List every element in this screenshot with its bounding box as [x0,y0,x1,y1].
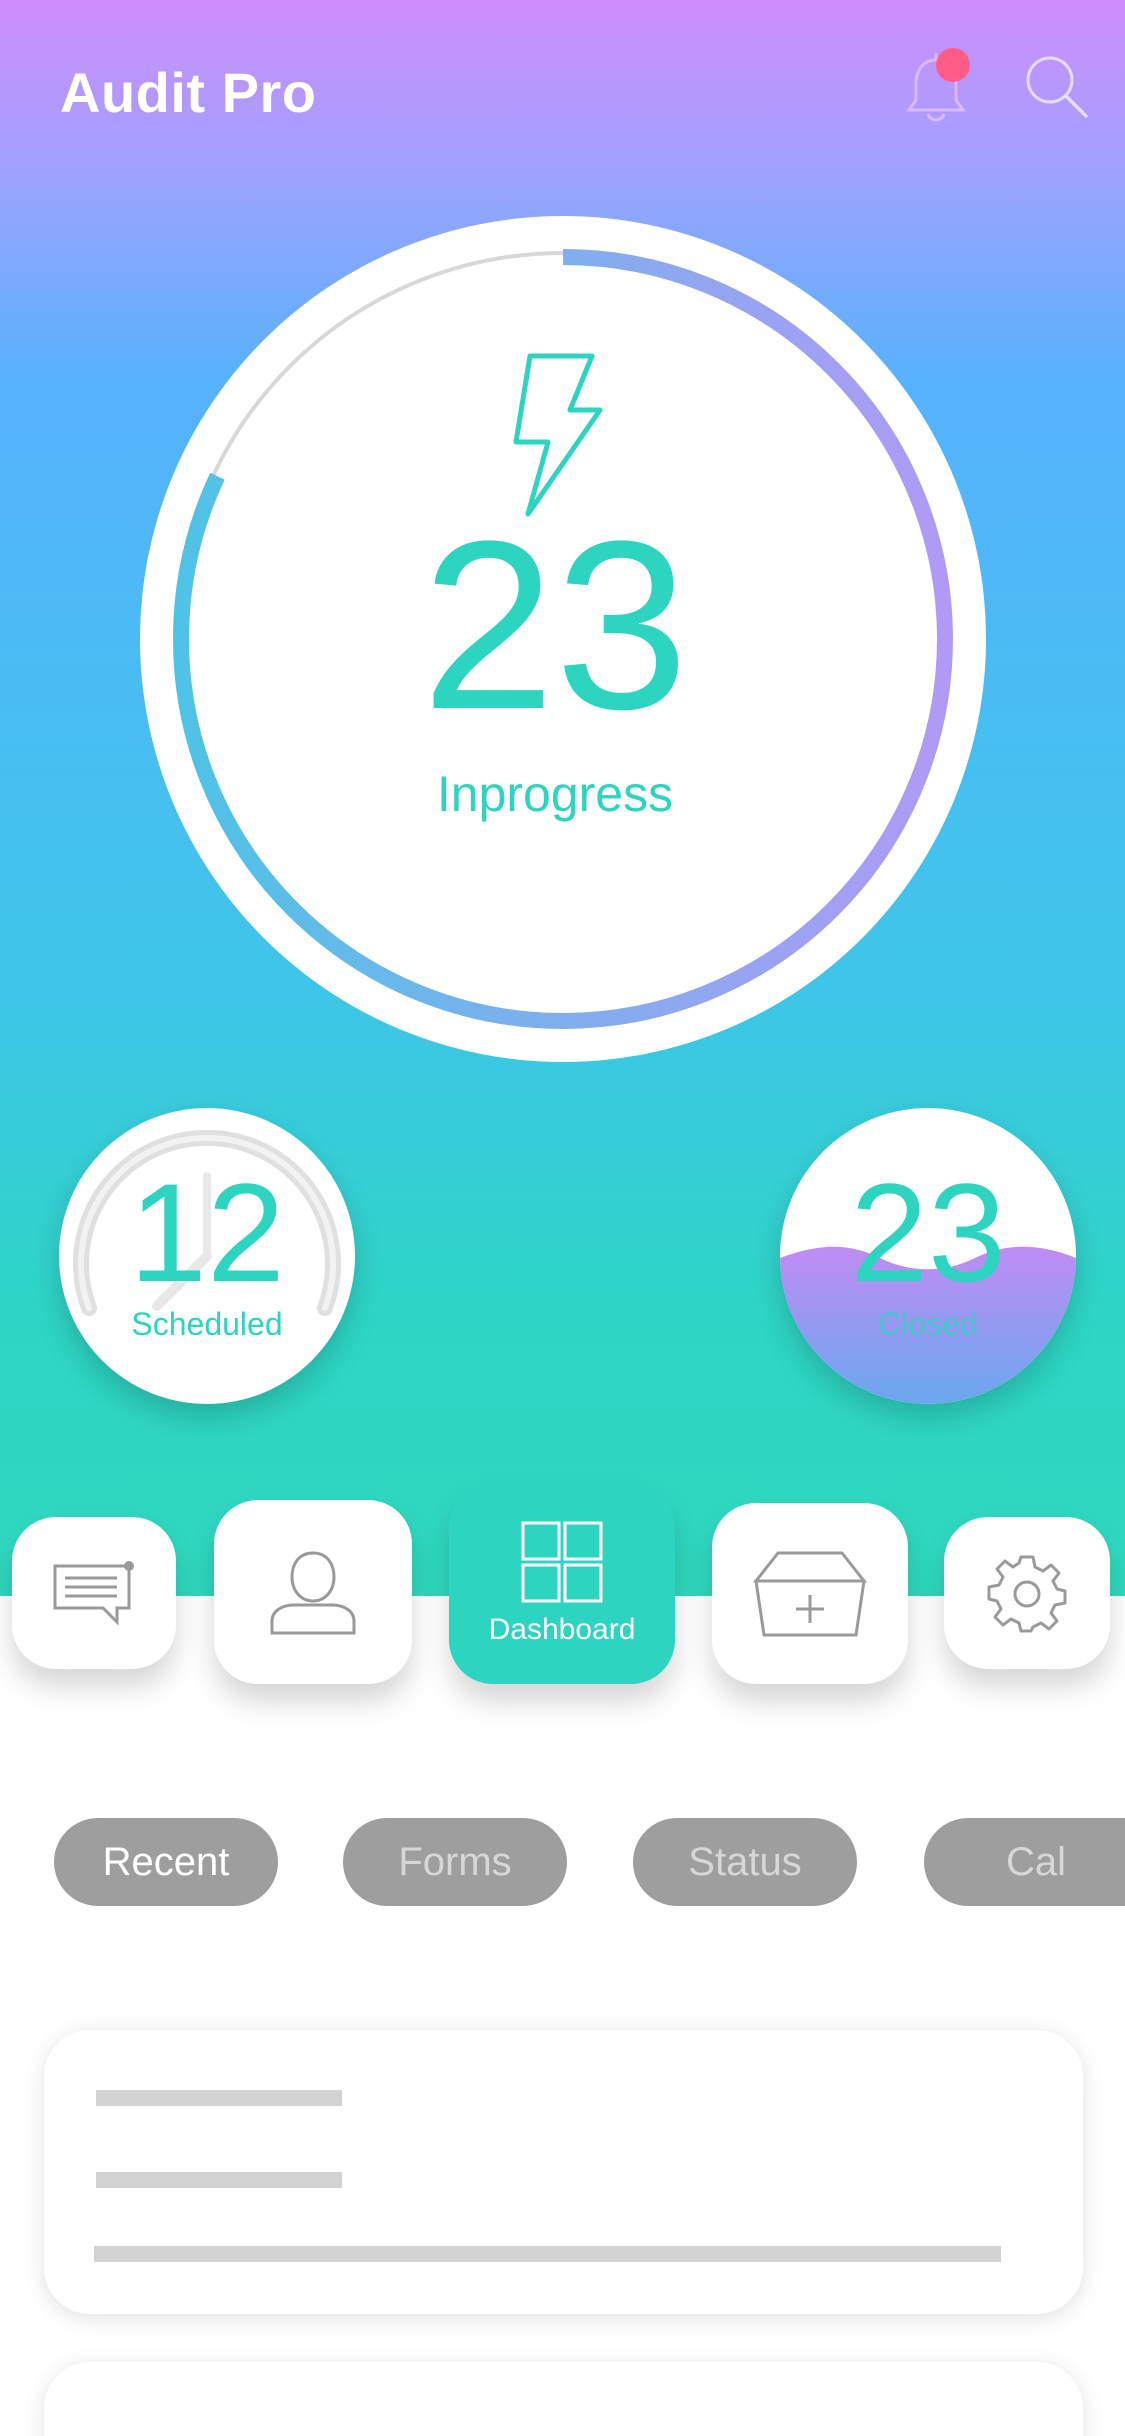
closed-card[interactable]: 23 Closed [780,1108,1076,1404]
dashboard-button[interactable]: Dashboard [449,1484,675,1684]
message-icon [53,1561,134,1626]
app-title: Audit Pro [60,61,317,124]
placeholder-line [96,2172,342,2188]
closed-count: 23 [850,1154,1006,1311]
tab-status[interactable]: Status [633,1818,857,1906]
scheduled-label: Scheduled [131,1306,283,1342]
placeholder-line [94,2246,1001,2262]
settings-button[interactable] [944,1517,1110,1669]
tab-forms[interactable]: Forms [343,1818,567,1906]
closed-label: Closed [878,1306,978,1342]
list-item-card[interactable] [44,2362,1083,2436]
gear-icon [987,1555,1067,1633]
add-inbox-button[interactable] [712,1503,908,1684]
add-inbox-icon [752,1551,868,1636]
placeholder-line [96,2090,342,2106]
list-item-card[interactable] [44,2030,1083,2314]
dashboard-grid-icon [521,1521,603,1603]
tab-recent[interactable]: Recent [54,1818,278,1906]
notification-badge [936,48,970,82]
search-icon[interactable] [1020,50,1092,122]
user-icon [270,1551,356,1635]
inprogress-count: 23 [421,491,689,759]
messages-button[interactable] [12,1517,176,1669]
scheduled-count: 12 [129,1154,285,1311]
tab-cal[interactable]: Cal [924,1818,1125,1906]
dashboard-label: Dashboard [488,1613,636,1646]
scheduled-card[interactable]: 12 Scheduled [59,1108,355,1404]
profile-button[interactable] [214,1500,412,1684]
inprogress-label: Inprogress [436,766,674,822]
